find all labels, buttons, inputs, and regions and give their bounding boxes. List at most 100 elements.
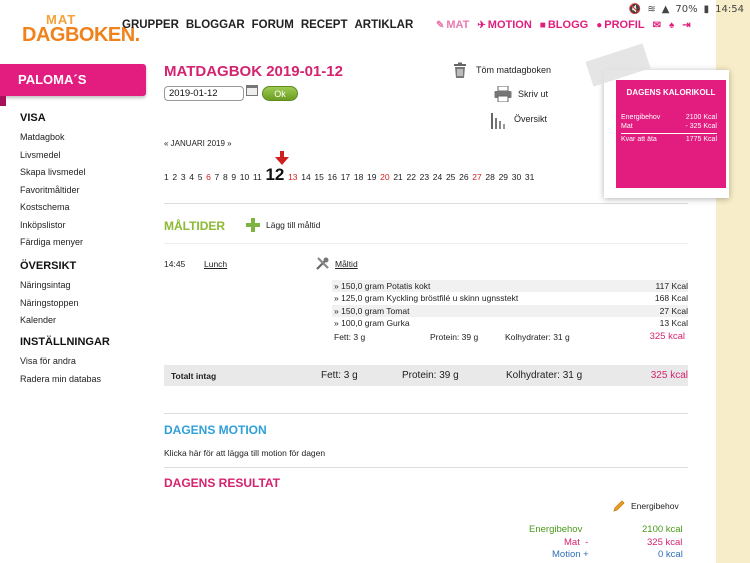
calendar-day[interactable]: 22 xyxy=(406,172,415,182)
calendar-day[interactable]: 25 xyxy=(446,172,455,182)
calendar-day[interactable]: 26 xyxy=(459,172,468,182)
sidebar-oversikt: ÖVERSIKT Näringsintag Näringstoppen Kale… xyxy=(20,260,79,330)
sidebar-item-skapa-livsmedel[interactable]: Skapa livsmedel xyxy=(20,164,86,182)
calendar-day[interactable]: 19 xyxy=(367,172,376,182)
calendar-day[interactable]: 2 xyxy=(172,172,177,182)
total-kolhydrater: Kolhydrater: 31 g xyxy=(506,370,583,381)
print-button[interactable]: Skriv ut xyxy=(494,85,548,103)
nav-artiklar[interactable]: ARTIKLAR xyxy=(354,19,413,31)
mail-button[interactable]: ✉ xyxy=(653,20,661,31)
sidebar-item-matdagbok[interactable]: Matdagbok xyxy=(20,129,86,147)
nav-motion[interactable]: ✈ MOTION xyxy=(477,19,531,31)
edit-energy-need-link[interactable]: Energibehov xyxy=(612,499,679,513)
add-meal-label: Lägg till måltid xyxy=(266,220,321,230)
day-list: 1 2 3 4 5 6 7 8 9 10 11 12 13 14 15 16 17 18 19 20 21 22 23 24 2… xyxy=(164,165,534,185)
calendar-day[interactable]: 9 xyxy=(231,172,236,182)
calendar-day[interactable]: 7 xyxy=(215,172,220,182)
calorie-row: Mat - 325 Kcal xyxy=(616,122,726,131)
edit-meal-link[interactable]: Måltid xyxy=(316,257,358,270)
plus-icon xyxy=(246,218,260,232)
calorie-widget-title: DAGENS KALORIKOLL xyxy=(626,88,716,97)
site-logo[interactable]: MAT DAGBOKEN. xyxy=(22,12,140,46)
calorie-row: Energibehov 2100 Kcal xyxy=(616,113,726,122)
food-kcal: 13 Kcal xyxy=(659,318,688,328)
calendar-day[interactable]: 30 xyxy=(512,172,521,182)
calendar-day[interactable]: 23 xyxy=(420,172,429,182)
sidebar-item-radera-databas[interactable]: Radera min databas xyxy=(20,371,110,389)
logout-button[interactable]: ⇥ xyxy=(682,20,690,31)
calendar-day[interactable]: 5 xyxy=(198,172,203,182)
nav-blogg-label: BLOGG xyxy=(547,19,589,31)
result-value-motion: 0 kcal xyxy=(658,549,683,560)
overview-button[interactable]: Översikt xyxy=(490,111,548,129)
month-navigator[interactable]: « JANUARI 2019 » xyxy=(164,139,232,148)
calendar-day[interactable]: 31 xyxy=(525,172,534,182)
calendar-day[interactable]: 11 xyxy=(253,172,262,182)
battery-icon: ▮ xyxy=(703,3,710,15)
calendar-day[interactable]: 21 xyxy=(393,172,402,182)
nav-blogg[interactable]: ■ BLOGG xyxy=(540,19,588,31)
sidebar-item-fardiga-menyer[interactable]: Färdiga menyer xyxy=(20,234,86,252)
sidebar-item-livsmedel[interactable]: Livsmedel xyxy=(20,147,86,165)
trash-icon xyxy=(452,62,470,78)
food-row[interactable]: » 125,0 gram Kyckling bröstfilé u skinn … xyxy=(332,292,688,304)
calendar-day[interactable]: 27 xyxy=(472,172,481,182)
sidebar-item-visa-for-andra[interactable]: Visa för andra xyxy=(20,353,110,371)
meal-name-link[interactable]: Lunch xyxy=(204,259,227,269)
nav-grupper[interactable]: GRUPPER xyxy=(122,19,179,31)
calorie-separator xyxy=(621,133,717,134)
clear-diary-button[interactable]: Töm matdagboken xyxy=(452,62,551,78)
ok-button[interactable]: Ok xyxy=(262,86,298,101)
add-meal-button[interactable]: Lägg till måltid xyxy=(246,218,320,232)
result-label-motion: Motion + xyxy=(552,549,589,560)
food-row[interactable]: » 150,0 gram Tomat 27 Kcal xyxy=(332,305,688,317)
calendar-day[interactable]: 3 xyxy=(181,172,186,182)
calendar-day[interactable]: 6 xyxy=(206,172,211,182)
sidebar-item-favoritmaltider[interactable]: Favoritmåltider xyxy=(20,182,86,200)
calendar-day[interactable]: 18 xyxy=(354,172,363,182)
calendar-day[interactable]: 28 xyxy=(485,172,494,182)
sidebar-item-kalender[interactable]: Kalender xyxy=(20,312,79,330)
nav-forum[interactable]: FORUM xyxy=(252,19,294,31)
selected-day-arrow-icon xyxy=(275,151,289,165)
divider xyxy=(164,467,688,468)
sidebar-visa: VISA Matdagbok Livsmedel Skapa livsmedel… xyxy=(20,112,86,252)
calendar-day[interactable]: 14 xyxy=(301,172,310,182)
mute-icon: 🔇 xyxy=(628,3,642,15)
calendar-day[interactable]: 8 xyxy=(223,172,228,182)
calendar-day[interactable]: 13 xyxy=(288,172,297,182)
nav-recept[interactable]: RECEPT xyxy=(301,19,348,31)
sidebar-item-naringsintag[interactable]: Näringsintag xyxy=(20,277,79,295)
sidebar-item-kostschema[interactable]: Kostschema xyxy=(20,199,86,217)
overview-label: Översikt xyxy=(514,114,548,124)
food-row[interactable]: » 150,0 gram Potatis kokt 117 Kcal xyxy=(332,280,688,292)
nav-mat[interactable]: ✎ MAT xyxy=(436,19,469,31)
total-fett: Fett: 3 g xyxy=(321,370,358,381)
printer-icon xyxy=(494,85,512,103)
calendar-day[interactable]: 29 xyxy=(499,172,508,182)
notifications-button[interactable]: ♠ xyxy=(669,20,674,31)
clock: 14:54 xyxy=(715,3,744,15)
calendar-day[interactable]: 15 xyxy=(314,172,323,182)
calendar-icon[interactable] xyxy=(246,85,258,96)
calendar-day[interactable]: 17 xyxy=(341,172,350,182)
calendar-day[interactable]: 24 xyxy=(433,172,442,182)
status-bar: 🔇 ≋ ▲ 70% ▮ 14:54 xyxy=(600,0,750,18)
calendar-day[interactable]: 16 xyxy=(328,172,337,182)
calendar-day[interactable]: 12 xyxy=(265,165,284,185)
divider xyxy=(164,243,688,244)
meal-kcal: 325 kcal xyxy=(649,331,685,342)
date-input[interactable] xyxy=(164,86,244,101)
calendar-day[interactable]: 20 xyxy=(380,172,389,182)
sidebar-item-naringstoppen[interactable]: Näringstoppen xyxy=(20,295,79,313)
calendar-day[interactable]: 4 xyxy=(189,172,194,182)
nav-bloggar[interactable]: BLOGGAR xyxy=(186,19,245,31)
calendar-day[interactable]: 1 xyxy=(164,172,169,182)
add-motion-link[interactable]: Klicka här för att lägga till motion för… xyxy=(164,448,325,458)
nav-profil[interactable]: ● PROFIL xyxy=(596,19,644,31)
food-kcal: 168 Kcal xyxy=(654,293,688,303)
food-row[interactable]: » 100,0 gram Gurka 13 Kcal xyxy=(332,317,688,329)
calendar-day[interactable]: 10 xyxy=(240,172,249,182)
user-name-banner: PALOMA´S xyxy=(0,64,146,96)
sidebar-item-inkopslistor[interactable]: Inköpslistor xyxy=(20,217,86,235)
